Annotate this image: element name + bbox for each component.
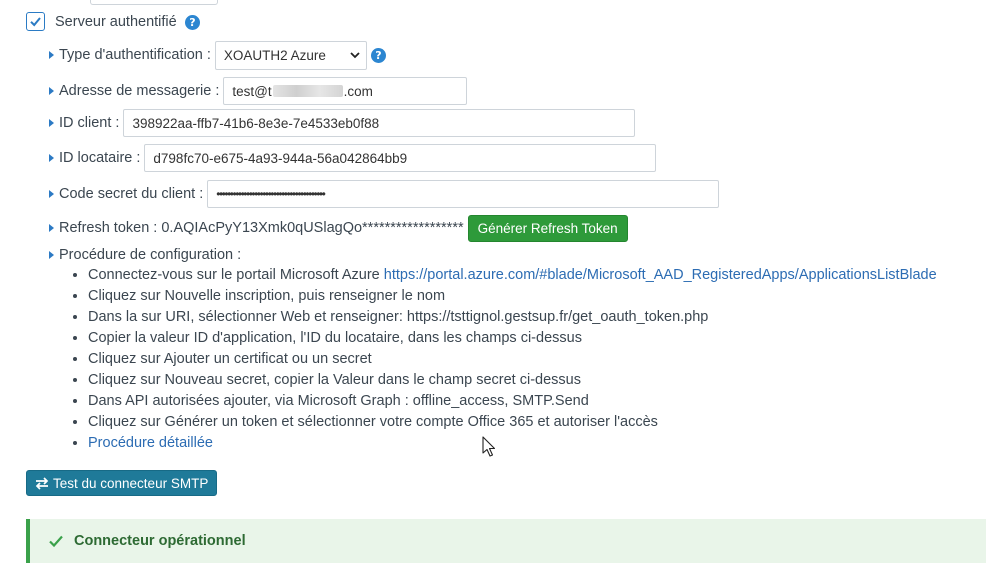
- previous-field-input[interactable]: [90, 0, 218, 5]
- caret-right-icon: [49, 87, 54, 95]
- swap-arrows-icon: [35, 476, 49, 490]
- caret-right-icon: [49, 190, 54, 198]
- client-secret-input[interactable]: ••••••••••••••••••••••••••••••••••••••••: [207, 180, 720, 208]
- check-icon: [49, 535, 63, 548]
- azure-portal-link[interactable]: https://portal.azure.com/#blade/Microsof…: [384, 267, 937, 283]
- auth-type-row: Type d'authentification : XOAUTH2 Azure …: [49, 40, 386, 70]
- email-input[interactable]: test@t .com: [223, 77, 468, 105]
- caret-right-icon: [49, 251, 54, 259]
- auth-type-label: Type d'authentification :: [59, 47, 211, 63]
- refresh-token-row: Refresh token : 0.AQIAcPyY13Xmk0qUSlagQo…: [49, 213, 628, 243]
- caret-right-icon: [49, 119, 54, 127]
- client-id-input[interactable]: 398922aa-ffb7-41b6-8e3e-7e4533eb0f88: [123, 109, 636, 137]
- tenant-id-row: ID locataire : d798fc70-e675-4a93-944a-5…: [49, 143, 657, 173]
- redacted-blur: [272, 85, 343, 97]
- help-icon[interactable]: ?: [185, 15, 200, 30]
- auth-type-value: XOAUTH2 Azure: [223, 47, 326, 63]
- list-item: Cliquez sur Ajouter un certificat ou un …: [88, 349, 937, 370]
- status-text: Connecteur opérationnel: [74, 533, 246, 549]
- test-smtp-label: Test du connecteur SMTP: [53, 475, 209, 491]
- email-value-start: test@t: [232, 83, 272, 99]
- caret-right-icon: [49, 224, 54, 232]
- generate-refresh-token-button[interactable]: Générer Refresh Token: [467, 214, 628, 242]
- client-id-label: ID client :: [59, 115, 120, 131]
- tenant-id-label: ID locataire :: [59, 150, 141, 166]
- list-item: Cliquez sur Nouveau secret, copier la Va…: [88, 370, 937, 391]
- email-row: Adresse de messagerie : test@t .com: [49, 76, 468, 106]
- tenant-id-input[interactable]: d798fc70-e675-4a93-944a-56a042864bb9: [144, 144, 657, 172]
- procedure-steps-list: Connectez-vous sur le portail Microsoft …: [60, 265, 937, 454]
- email-label: Adresse de messagerie :: [59, 83, 220, 99]
- mouse-cursor-icon: [482, 436, 496, 457]
- chevron-down-icon: [350, 52, 360, 59]
- auth-type-select[interactable]: XOAUTH2 Azure: [214, 40, 367, 70]
- list-item: Cliquez sur Générer un token et sélectio…: [88, 412, 937, 433]
- authenticated-server-checkbox[interactable]: [26, 12, 45, 31]
- list-item: Copier la valeur ID d'application, l'ID …: [88, 328, 937, 349]
- email-value-end: .com: [343, 83, 373, 99]
- authenticated-server-label: Serveur authentifié: [55, 14, 177, 30]
- step-text: Connectez-vous sur le portail Microsoft …: [88, 267, 384, 283]
- list-item: Procédure détaillée: [88, 433, 937, 454]
- refresh-token-label: Refresh token : 0.AQIAcPyY13Xmk0qUSlagQo…: [59, 220, 464, 236]
- detailed-procedure-link[interactable]: Procédure détaillée: [88, 435, 213, 451]
- list-item: Cliquez sur Nouvelle inscription, puis r…: [88, 286, 937, 307]
- list-item: Dans la sur URI, sélectionner Web et ren…: [88, 307, 937, 328]
- checkmark-icon: [30, 17, 41, 27]
- list-item: Dans API autorisées ajouter, via Microso…: [88, 391, 937, 412]
- procedure-title: Procédure de configuration :: [59, 247, 242, 263]
- test-smtp-connector-button[interactable]: Test du connecteur SMTP: [26, 470, 218, 496]
- help-icon[interactable]: ?: [370, 47, 386, 63]
- client-secret-row: Code secret du client : ••••••••••••••••…: [49, 179, 720, 209]
- client-id-row: ID client : 398922aa-ffb7-41b6-8e3e-7e45…: [49, 108, 636, 138]
- list-item: Connectez-vous sur le portail Microsoft …: [88, 265, 937, 286]
- client-secret-label: Code secret du client :: [59, 186, 204, 202]
- caret-right-icon: [49, 154, 54, 162]
- caret-right-icon: [49, 51, 54, 59]
- status-alert: Connecteur opérationnel: [26, 519, 986, 563]
